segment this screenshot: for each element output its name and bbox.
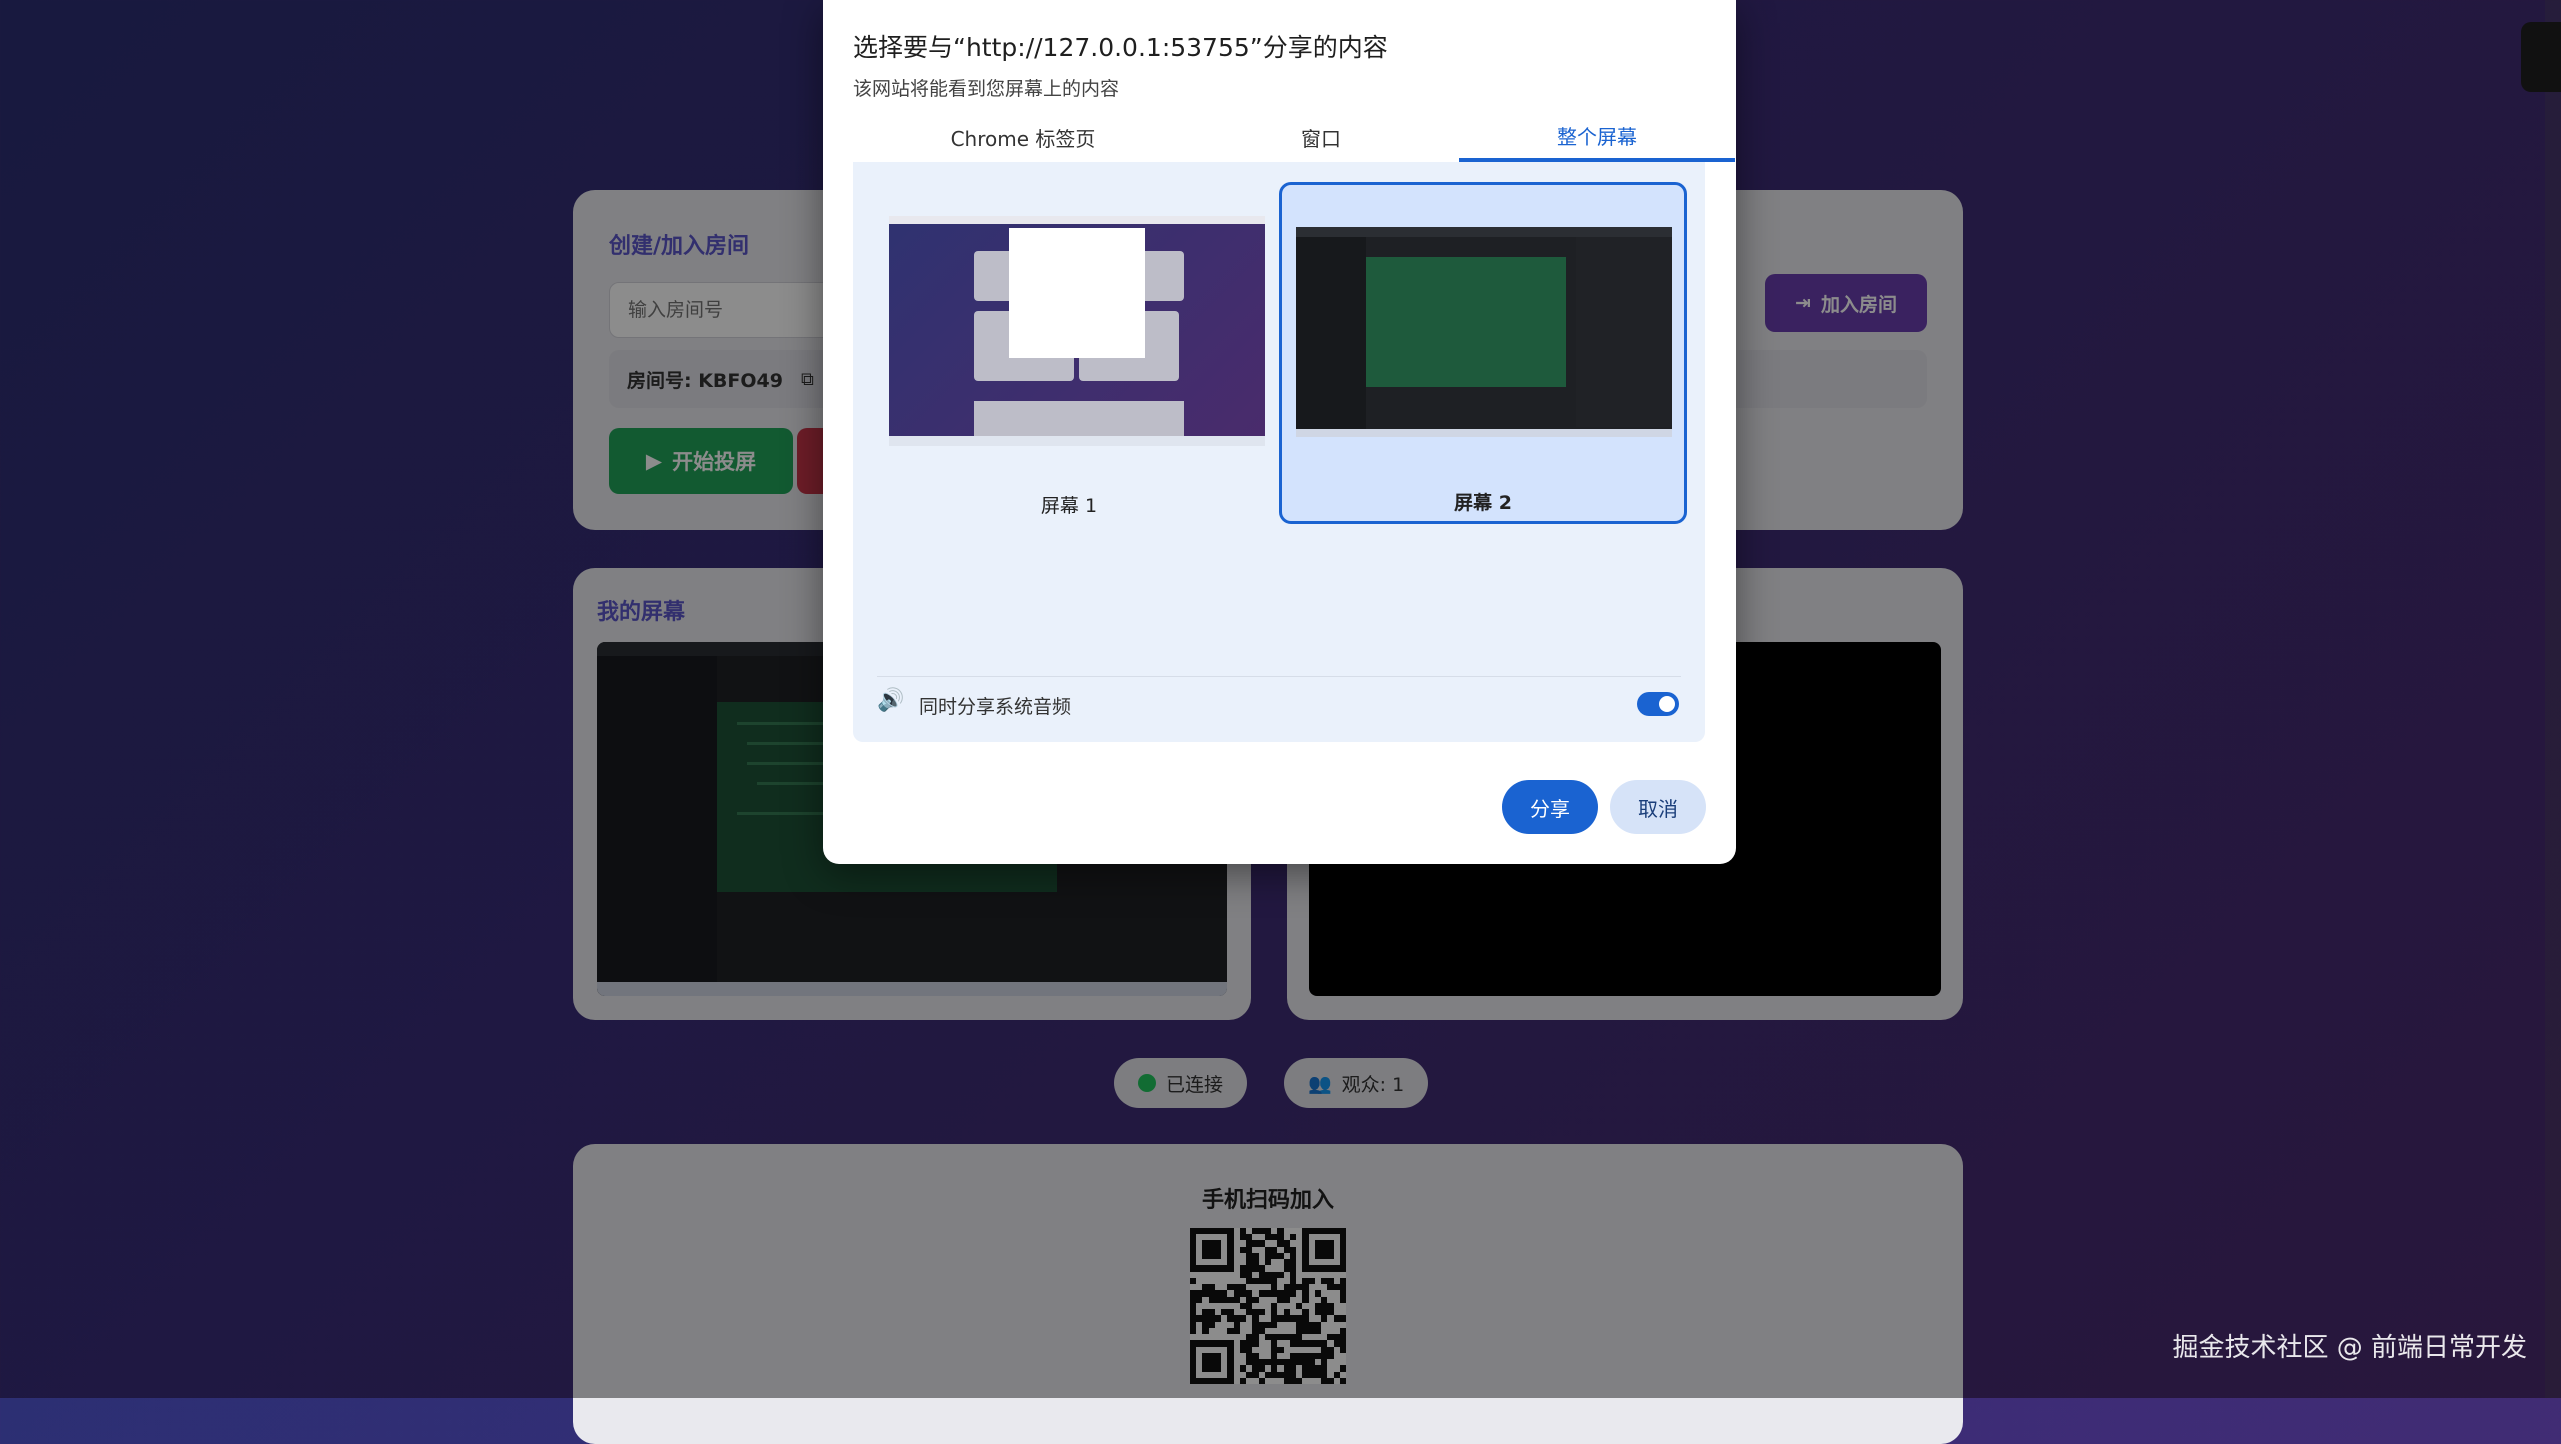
audio-share-label: 同时分享系统音频 <box>919 696 1072 718</box>
screen-option-2[interactable]: 屏幕 2 <box>1279 182 1687 524</box>
screen-1-label: 屏幕 1 <box>1040 495 1098 517</box>
audio-divider <box>877 676 1681 677</box>
screen-2-label: 屏幕 2 <box>1454 492 1512 514</box>
side-panel-tab[interactable] <box>2521 22 2561 92</box>
screen-option-1[interactable]: 屏幕 1 <box>865 182 1273 524</box>
cancel-button[interactable]: 取消 <box>1610 780 1706 834</box>
screen-share-app: 创建/加入房间 ⇥ 加入房间 房间号: KBFO49 ⧉ ▶ 开始投屏 我的屏幕 <box>0 0 2561 1444</box>
share-button[interactable]: 分享 <box>1502 780 1598 834</box>
watermark: 掘金技术社区 @ 前端日常开发 <box>2172 1333 2527 1363</box>
screen-picker-panel: 屏幕 1 屏幕 2 🔊 同时分享系统音频 <box>853 162 1705 742</box>
screen-2-thumbnail <box>1296 227 1672 437</box>
screen-share-dialog: 选择要与“http://127.0.0.1:53755”分享的内容 该网站将能看… <box>823 0 1736 864</box>
screen-1-thumbnail <box>889 216 1265 446</box>
dialog-title: 选择要与“http://127.0.0.1:53755”分享的内容 <box>853 33 1388 62</box>
tab-windows[interactable]: 窗口 <box>1193 112 1449 162</box>
audio-share-toggle[interactable] <box>1637 692 1679 716</box>
tab-entire-screen[interactable]: 整个屏幕 <box>1459 112 1735 162</box>
tab-chrome-tabs[interactable]: Chrome 标签页 <box>853 112 1193 162</box>
speaker-icon: 🔊 <box>877 688 905 713</box>
source-tabs: Chrome 标签页 窗口 整个屏幕 <box>853 112 1735 163</box>
dialog-subtitle: 该网站将能看到您屏幕上的内容 <box>853 78 1120 100</box>
